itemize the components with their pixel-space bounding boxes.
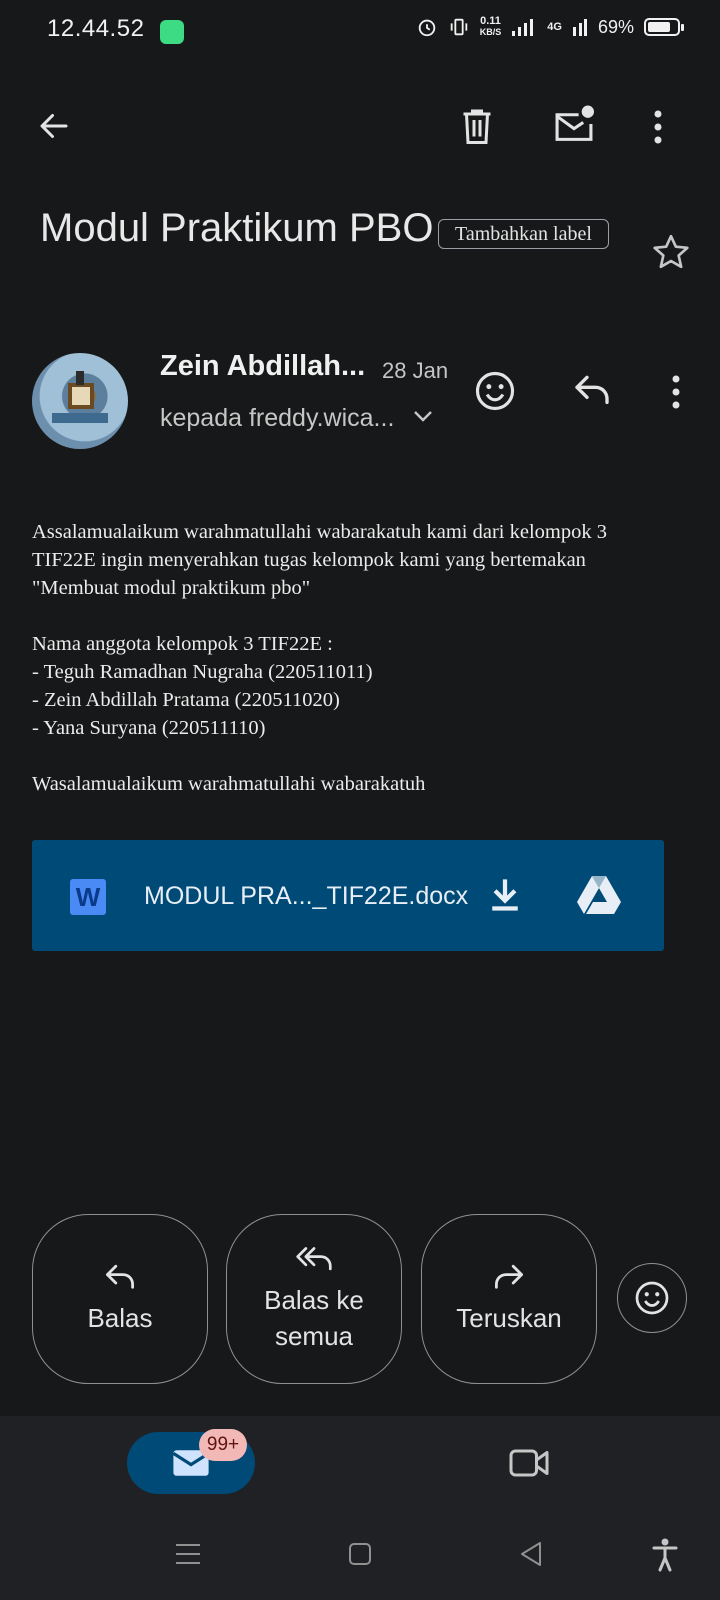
attachment-filename[interactable]: MODUL PRA..._TIF22E.docx <box>144 882 468 911</box>
download-button[interactable] <box>488 876 522 914</box>
word-doc-icon: W <box>70 879 106 915</box>
accessibility-button[interactable] <box>652 1538 678 1572</box>
mail-unread-icon <box>555 105 594 141</box>
more-vert-icon <box>672 375 680 409</box>
mark-unread-button[interactable] <box>552 104 596 144</box>
battery-icon <box>644 18 684 36</box>
delete-button[interactable] <box>459 106 495 146</box>
status-time: 12.44.52 <box>47 15 145 42</box>
recipient-details[interactable]: kepada freddy.wica... <box>160 404 394 433</box>
network-type: 4G <box>547 21 562 33</box>
member-item: - Teguh Ramadhan Nugraha (220511011) <box>32 661 373 683</box>
accessibility-icon <box>652 1538 678 1572</box>
sender-name[interactable]: Zein Abdillah... <box>160 350 365 383</box>
back-button[interactable] <box>36 108 72 144</box>
email-subject: Modul Praktikum PBO <box>40 206 434 250</box>
reply-all-pill-button[interactable]: Balas ke semua <box>226 1214 402 1384</box>
member-item: - Zein Abdillah Pratama (220511020) <box>32 689 340 711</box>
back-nav-button[interactable] <box>519 1540 543 1568</box>
bottom-navigation: 99+ <box>0 1416 720 1600</box>
smiley-icon <box>475 371 515 411</box>
sender-avatar[interactable] <box>32 353 128 449</box>
sender-more-button[interactable] <box>671 375 681 409</box>
reply-button[interactable] <box>572 372 612 406</box>
star-icon <box>653 234 689 269</box>
reply-label: Balas <box>87 1303 153 1333</box>
smiley-icon <box>635 1281 669 1315</box>
meet-tab[interactable] <box>508 1446 550 1480</box>
reply-pill-button[interactable]: Balas <box>32 1214 208 1384</box>
more-vert-icon <box>654 110 662 144</box>
body-line: "Membuat modul praktikum pbo" <box>32 577 311 599</box>
more-options-button[interactable] <box>653 110 663 144</box>
video-camera-icon <box>509 1449 549 1477</box>
signal-2-icon <box>572 19 587 36</box>
emoji-react-button[interactable] <box>617 1263 687 1333</box>
forward-icon <box>495 1264 523 1289</box>
chevron-down-icon <box>414 411 432 422</box>
avatar-photo <box>52 371 108 423</box>
closing-line: Wasalamualaikum warahmatullahi wabarakat… <box>32 773 426 795</box>
forward-pill-button[interactable]: Teruskan <box>421 1214 597 1384</box>
recent-apps-button[interactable] <box>175 1542 201 1566</box>
battery-percent: 69% <box>597 16 634 37</box>
body-line: TIF22E ingin menyerahkan tugas kelompok … <box>32 549 586 571</box>
trash-icon <box>463 109 491 144</box>
star-button[interactable] <box>651 232 691 272</box>
menu-lines-icon <box>176 1544 200 1564</box>
member-item: - Yana Suryana (220511110) <box>32 717 266 739</box>
alarm-icon <box>418 19 436 37</box>
triangle-back-icon <box>521 1542 541 1566</box>
forward-label: Teruskan <box>456 1303 562 1333</box>
email-body: Assalamualaikum warahmatullahi wabarakat… <box>32 518 672 798</box>
arrow-left-icon <box>40 114 68 138</box>
reply-all-icon <box>296 1247 332 1271</box>
email-date: 28 Jan <box>382 358 449 383</box>
attachment-card[interactable]: W MODUL PRA..._TIF22E.docx <box>32 840 664 951</box>
reply-all-label: Balas ke semua <box>264 1285 364 1351</box>
expand-details-button[interactable] <box>412 408 434 424</box>
body-line: Assalamualaikum warahmatullahi wabarakat… <box>32 521 607 543</box>
members-heading: Nama anggota kelompok 3 TIF22E : <box>32 633 333 655</box>
vibrate-icon <box>450 18 468 36</box>
network-speed: 0.11 KB/S <box>479 15 502 38</box>
square-icon <box>349 1543 371 1565</box>
reply-icon <box>106 1264 134 1289</box>
notification-app-icon <box>160 20 184 44</box>
status-icons: 0.11 KB/S 4G 69% <box>416 15 684 38</box>
google-drive-icon <box>577 876 621 914</box>
signal-icon <box>512 19 534 36</box>
reply-icon <box>575 375 609 404</box>
home-button[interactable] <box>348 1542 372 1566</box>
unread-badge: 99+ <box>199 1429 247 1461</box>
save-to-drive-button[interactable] <box>577 876 621 914</box>
add-label-chip[interactable]: Tambahkan label <box>438 219 609 249</box>
react-emoji-button[interactable] <box>474 370 516 412</box>
download-icon <box>492 879 518 911</box>
